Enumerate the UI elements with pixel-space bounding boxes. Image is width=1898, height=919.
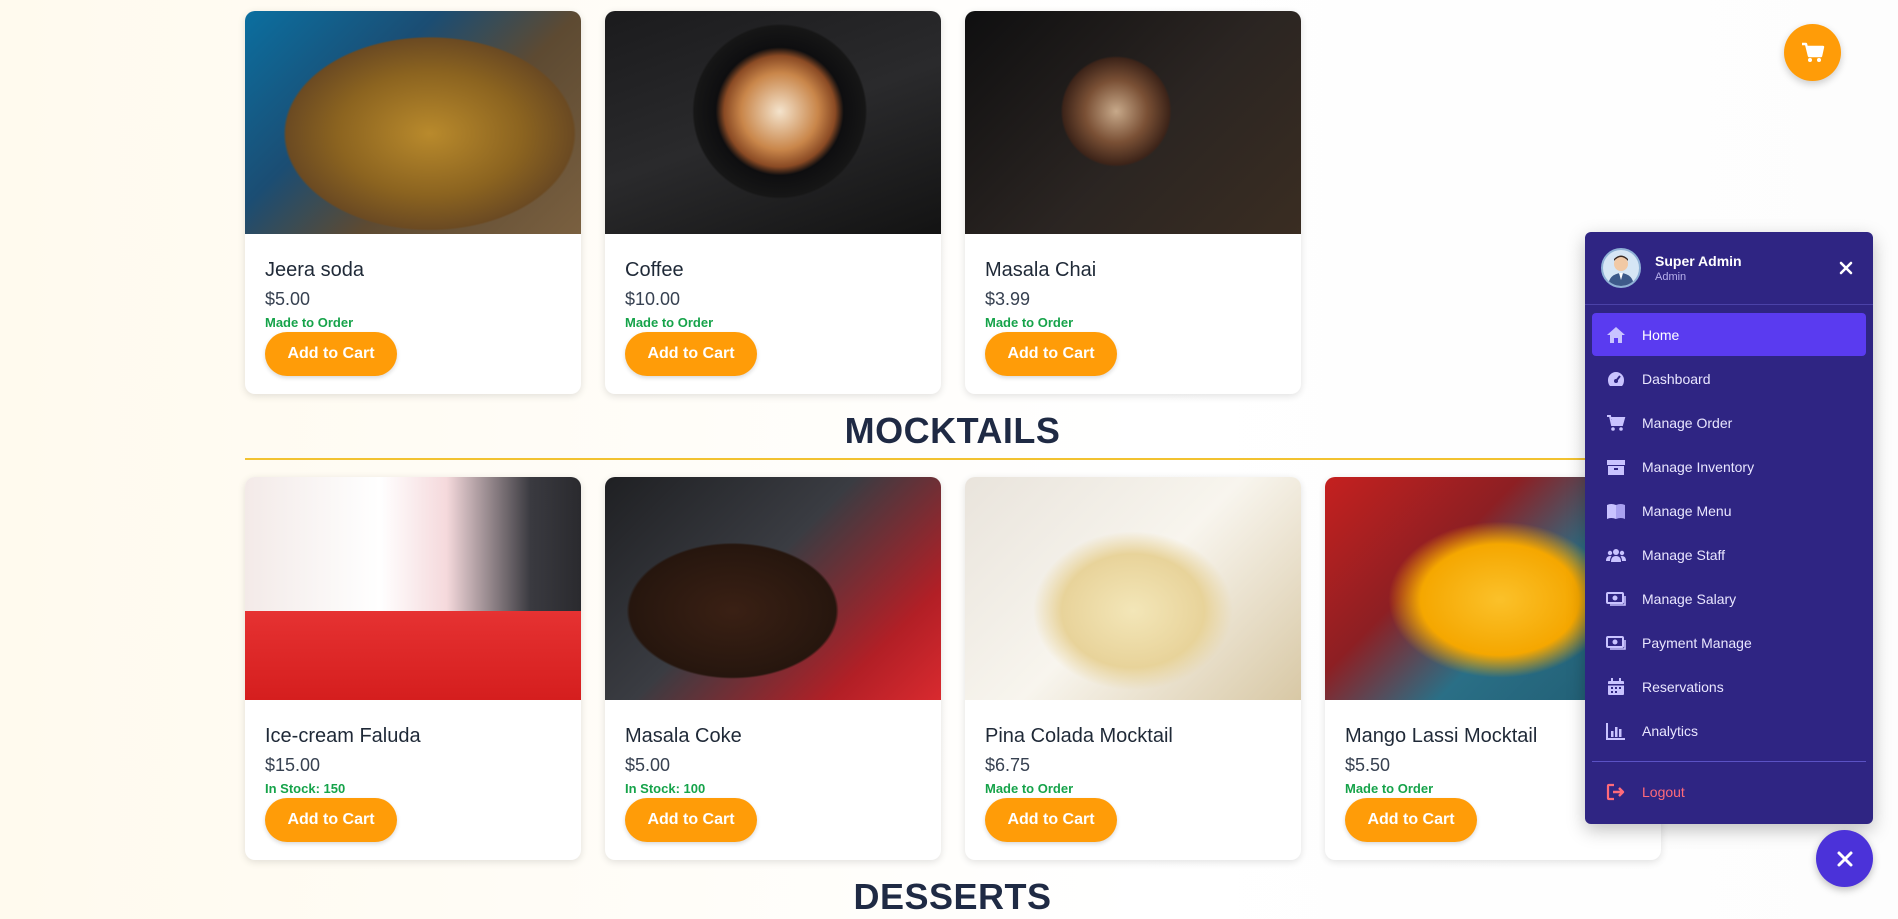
- menu-item-manage-inventory[interactable]: Manage Inventory: [1592, 445, 1866, 488]
- book-icon: [1605, 502, 1627, 520]
- menu-item-label: Payment Manage: [1642, 634, 1752, 651]
- user-avatar-icon: [1608, 255, 1634, 286]
- product-image: [245, 11, 581, 234]
- drinks-grid: Jeera soda $5.00 Made to Order Add to Ca…: [245, 11, 1301, 394]
- stock-status: Made to Order: [985, 315, 1074, 330]
- menu-item-payment-manage[interactable]: Payment Manage: [1592, 621, 1866, 664]
- add-to-cart-button[interactable]: Add to Cart: [1345, 798, 1477, 842]
- product-card: Ice-cream Faluda $15.00 In Stock: 150 Ad…: [245, 477, 581, 860]
- section-title-mocktails: MOCKTAILS: [844, 410, 1061, 451]
- home-icon: [1605, 326, 1627, 344]
- menu-header: Super Admin Admin: [1585, 232, 1873, 305]
- cart-button[interactable]: [1784, 24, 1841, 81]
- product-name: Coffee: [625, 259, 684, 281]
- product-card: Jeera soda $5.00 Made to Order Add to Ca…: [245, 11, 581, 394]
- menu-item-label: Manage Menu: [1642, 502, 1732, 519]
- user-role: Admin: [1655, 271, 1687, 283]
- menu-item-logout[interactable]: Logout: [1592, 770, 1866, 813]
- product-price: $5.00: [625, 755, 671, 775]
- menu-item-analytics[interactable]: Analytics: [1592, 709, 1866, 752]
- menu-item-manage-staff[interactable]: Manage Staff: [1592, 533, 1866, 576]
- menu-item-label: Logout: [1642, 783, 1685, 800]
- menu-item-label: Manage Order: [1642, 414, 1733, 431]
- close-icon: [1839, 261, 1853, 275]
- menu-item-manage-salary[interactable]: Manage Salary: [1592, 577, 1866, 620]
- stock-status: Made to Order: [265, 315, 354, 330]
- money-icon: [1605, 634, 1627, 652]
- product-image: [605, 477, 941, 700]
- add-to-cart-button[interactable]: Add to Cart: [985, 798, 1117, 842]
- product-card: Pina Colada Mocktail $6.75 Made to Order…: [965, 477, 1301, 860]
- menu-item-dashboard[interactable]: Dashboard: [1592, 357, 1866, 400]
- menu-divider: [1592, 761, 1866, 762]
- product-name: Masala Chai: [985, 259, 1097, 281]
- menu-item-reservations[interactable]: Reservations: [1592, 665, 1866, 708]
- avatar: [1601, 248, 1641, 288]
- product-name: Masala Coke: [625, 725, 742, 747]
- menu-item-manage-order[interactable]: Manage Order: [1592, 401, 1866, 444]
- product-card: Masala Chai $3.99 Made to Order Add to C…: [965, 11, 1301, 394]
- product-card: Coffee $10.00 Made to Order Add to Cart: [605, 11, 941, 394]
- stock-status: In Stock: 100: [625, 781, 706, 796]
- product-price: $3.99: [985, 289, 1031, 309]
- product-name: Jeera soda: [265, 259, 364, 281]
- product-name: Pina Colada Mocktail: [985, 725, 1173, 747]
- logout-icon: [1605, 783, 1627, 801]
- product-image: [245, 477, 581, 700]
- close-menu-button[interactable]: [1835, 257, 1857, 279]
- section-title-desserts: DESSERTS: [853, 876, 1052, 917]
- cart-icon: [1801, 42, 1824, 62]
- menu-item-label: Manage Staff: [1642, 546, 1726, 563]
- cart-icon: [1605, 414, 1627, 432]
- chart-icon: [1605, 722, 1627, 740]
- product-card: Masala Coke $5.00 In Stock: 100 Add to C…: [605, 477, 941, 860]
- menu-item-home[interactable]: Home: [1592, 313, 1866, 356]
- menu-item-label: Home: [1642, 326, 1680, 343]
- menu-item-manage-menu[interactable]: Manage Menu: [1592, 489, 1866, 532]
- menu-item-label: Manage Inventory: [1642, 458, 1755, 475]
- menu-item-label: Analytics: [1642, 722, 1699, 739]
- add-to-cart-button[interactable]: Add to Cart: [265, 798, 397, 842]
- gauge-icon: [1605, 370, 1627, 388]
- close-icon: [1837, 851, 1852, 866]
- product-price: $5.00: [265, 289, 311, 309]
- product-name: Ice-cream Faluda: [265, 725, 421, 747]
- stock-status: In Stock: 150: [265, 781, 346, 796]
- section-divider: [245, 458, 1660, 460]
- product-price: $6.75: [985, 755, 1031, 775]
- menu-toggle-button[interactable]: [1816, 830, 1873, 887]
- menu-item-label: Reservations: [1642, 678, 1724, 695]
- user-name: Super Admin: [1655, 253, 1742, 269]
- money-icon: [1605, 590, 1627, 608]
- menu-item-label: Dashboard: [1642, 370, 1711, 387]
- box-icon: [1605, 458, 1627, 476]
- add-to-cart-button[interactable]: Add to Cart: [625, 332, 757, 376]
- stock-status: Made to Order: [985, 781, 1074, 796]
- product-price: $15.00: [265, 755, 321, 775]
- add-to-cart-button[interactable]: Add to Cart: [985, 332, 1117, 376]
- product-image: [605, 11, 941, 234]
- stock-status: Made to Order: [625, 315, 714, 330]
- add-to-cart-button[interactable]: Add to Cart: [265, 332, 397, 376]
- product-image: [965, 477, 1301, 700]
- mocktails-grid: Ice-cream Faluda $15.00 In Stock: 150 Ad…: [245, 477, 1661, 860]
- users-icon: [1605, 546, 1627, 564]
- product-price: $10.00: [625, 289, 681, 309]
- calendar-icon: [1605, 677, 1627, 696]
- add-to-cart-button[interactable]: Add to Cart: [625, 798, 757, 842]
- menu-item-label: Manage Salary: [1642, 590, 1737, 607]
- admin-menu: Super Admin Admin Home Dashboard Manage …: [1585, 232, 1873, 824]
- product-image: [965, 11, 1301, 234]
